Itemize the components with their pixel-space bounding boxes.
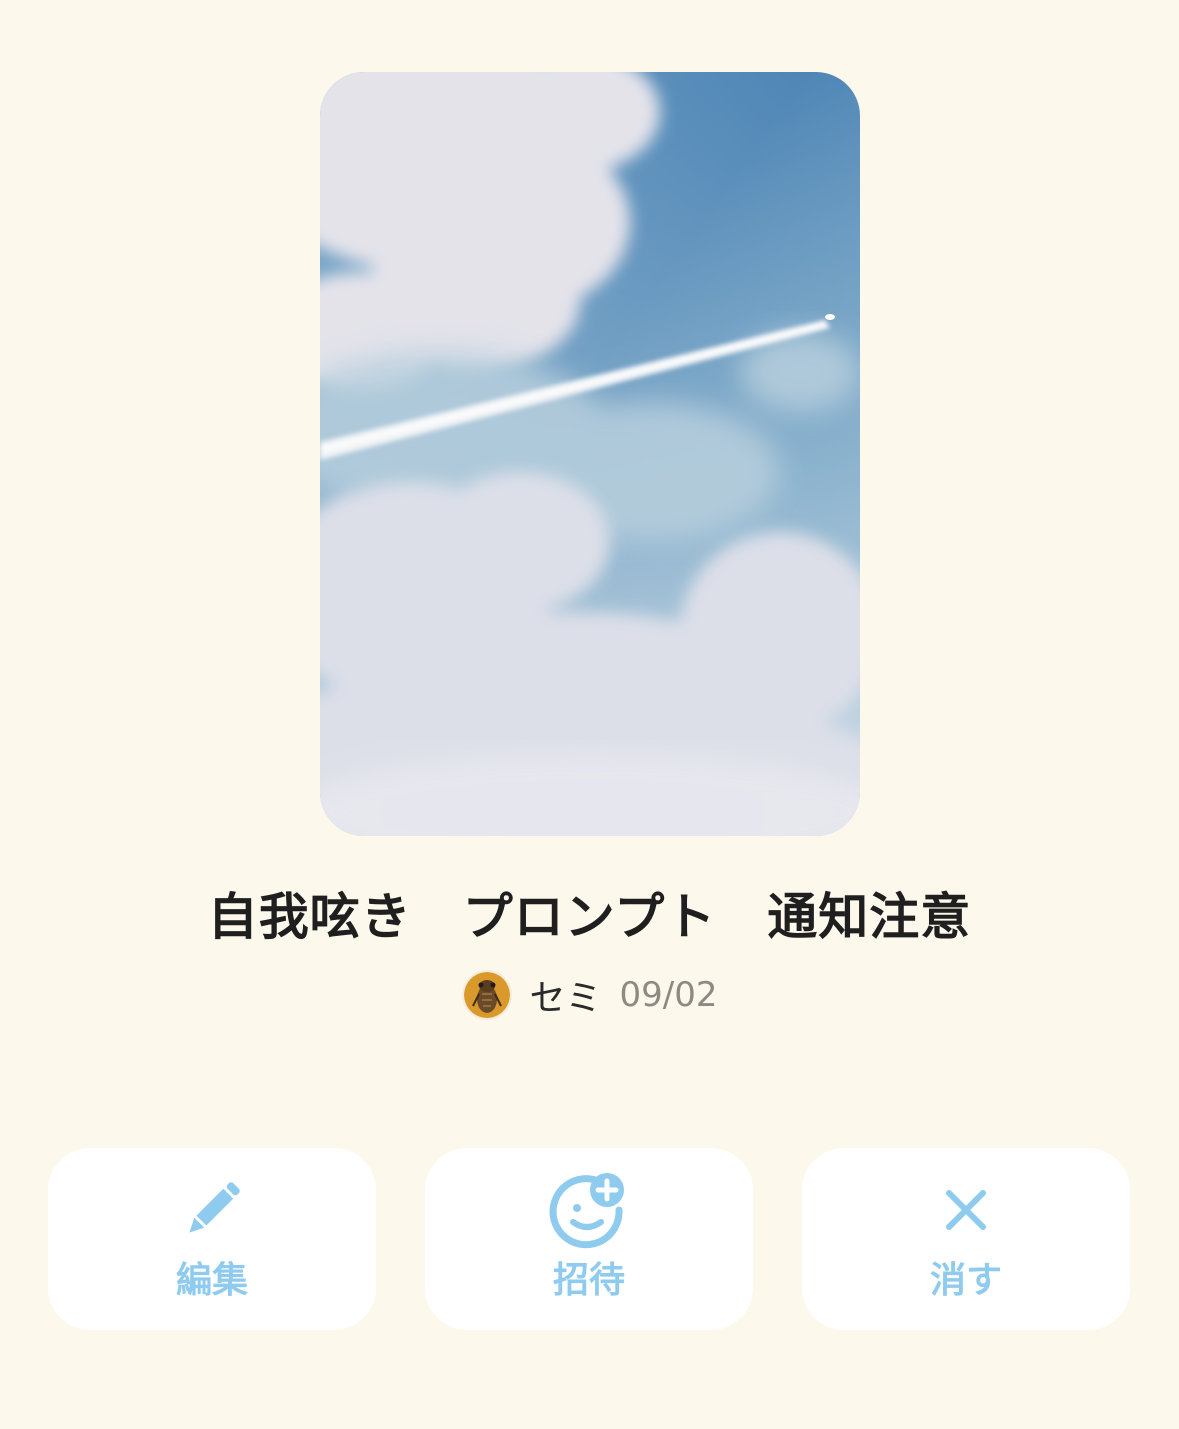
delete-button[interactable]: 消す	[802, 1148, 1130, 1330]
invite-button[interactable]: 招待	[425, 1148, 753, 1330]
edit-button[interactable]: 編集	[48, 1148, 376, 1330]
post-meta: セミ 09/02	[0, 966, 1179, 1024]
pencil-icon	[189, 1182, 240, 1233]
post-title: 自我呟き プロンプト 通知注意	[207, 888, 972, 946]
invite-smiley-plus-icon	[549, 1173, 624, 1249]
invite-label: 招待	[552, 1260, 625, 1301]
delete-label: 消す	[929, 1260, 1002, 1301]
close-x-icon	[946, 1190, 986, 1230]
author-name[interactable]: セミ	[530, 969, 602, 1021]
cover-image[interactable]	[320, 72, 860, 836]
cicada-icon	[463, 972, 510, 1018]
edit-label: 編集	[175, 1260, 248, 1301]
post-date: 09/02	[619, 975, 718, 1015]
avatar[interactable]	[461, 970, 512, 1020]
